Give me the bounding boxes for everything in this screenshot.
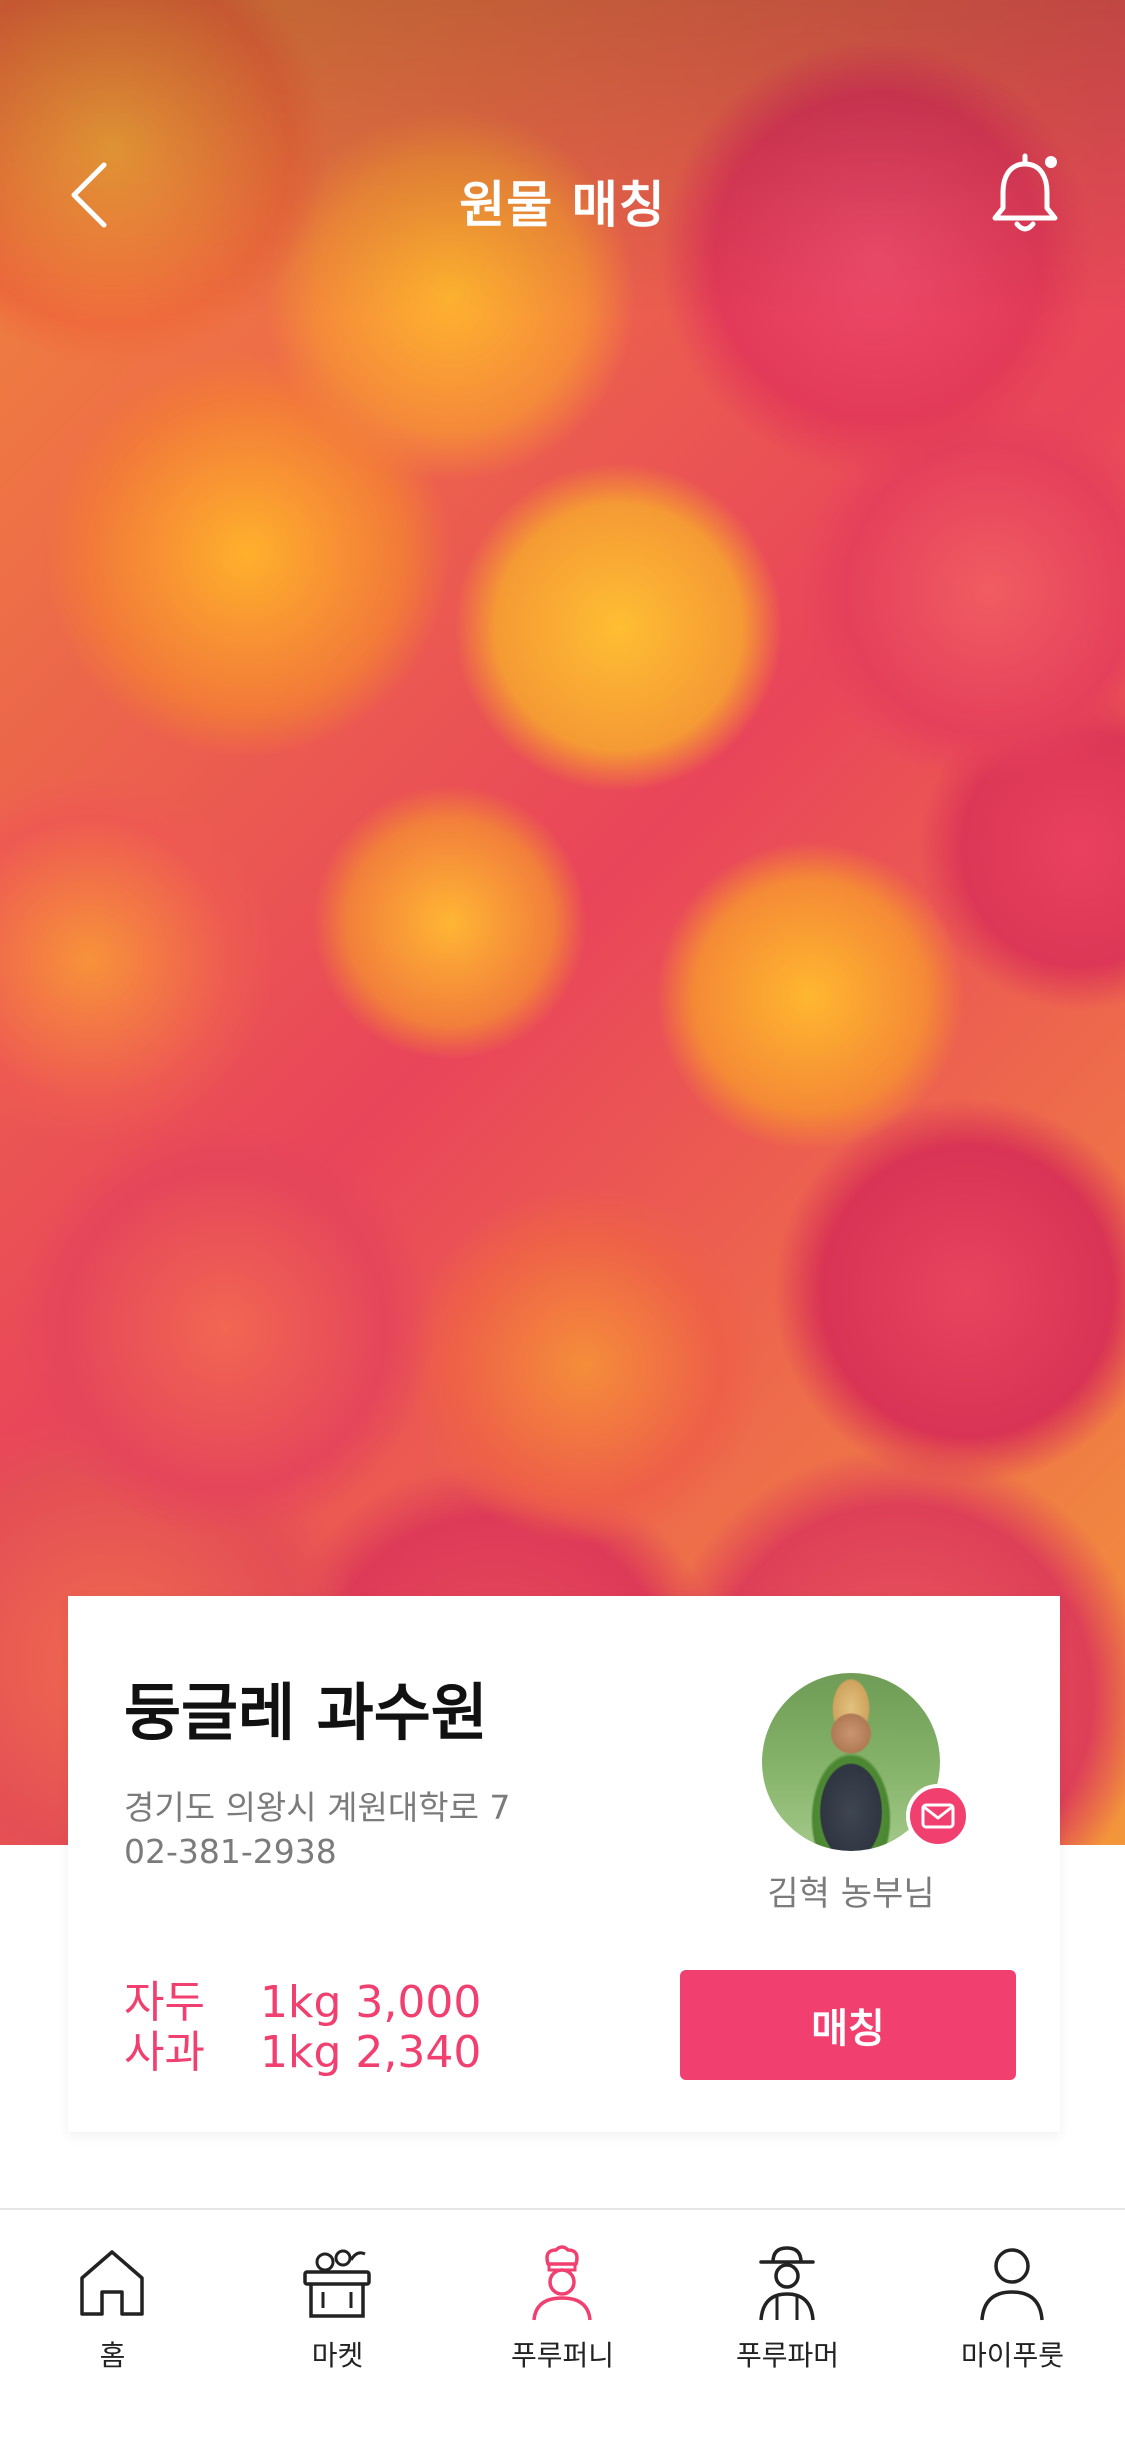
nav-item-market[interactable]: 마켓 <box>225 2210 450 2441</box>
market-basket-icon <box>303 2249 371 2318</box>
farmer-name: 김혁 농부님 <box>767 1874 935 1914</box>
shop-name: 둥글레 과수원 <box>124 1676 488 1749</box>
nav-item-farmer[interactable]: 푸루파머 <box>675 2210 900 2441</box>
shop-address: 경기도 의왕시 계원대학로 7 <box>124 1788 511 1827</box>
orchard-card: 둥글레 과수원 경기도 의왕시 계원대학로 7 02-381-2938 김혁 농… <box>68 1596 1060 2132</box>
price-item-name: 사과 <box>124 2027 205 2078</box>
price-value: 1kg 2,340 <box>260 2027 482 2078</box>
nav-label: 푸루퍼니 <box>510 2339 615 2372</box>
nav-item-chef[interactable]: 푸루퍼니 <box>450 2210 675 2441</box>
nav-item-home[interactable]: 홈 <box>0 2210 225 2441</box>
farmer-icon <box>759 2246 815 2321</box>
page-title: 원물 매칭 <box>459 176 666 234</box>
bottom-nav: 홈 마켓 푸루퍼니 푸루파머 마이푸룻 <box>0 2208 1125 2441</box>
user-icon <box>980 2248 1044 2321</box>
nav-label: 홈 <box>99 2339 126 2372</box>
hero-image <box>0 0 1125 1845</box>
message-button[interactable] <box>906 1784 970 1848</box>
chef-icon <box>532 2245 592 2321</box>
nav-label: 푸루파머 <box>735 2339 840 2372</box>
price-row: 사과 1kg 2,340 <box>124 2016 481 2080</box>
nav-label: 마켓 <box>311 2339 364 2372</box>
header: 원물 매칭 <box>0 0 1125 260</box>
home-icon <box>80 2250 144 2316</box>
shop-phone[interactable]: 02-381-2938 <box>124 1832 337 1871</box>
nav-item-my[interactable]: 마이푸룻 <box>900 2210 1125 2441</box>
notification-button[interactable] <box>985 150 1065 240</box>
bell-icon <box>992 153 1058 232</box>
match-button[interactable]: 매칭 <box>680 1970 1016 2080</box>
mail-icon <box>921 1803 955 1829</box>
nav-label: 마이푸룻 <box>960 2339 1065 2372</box>
